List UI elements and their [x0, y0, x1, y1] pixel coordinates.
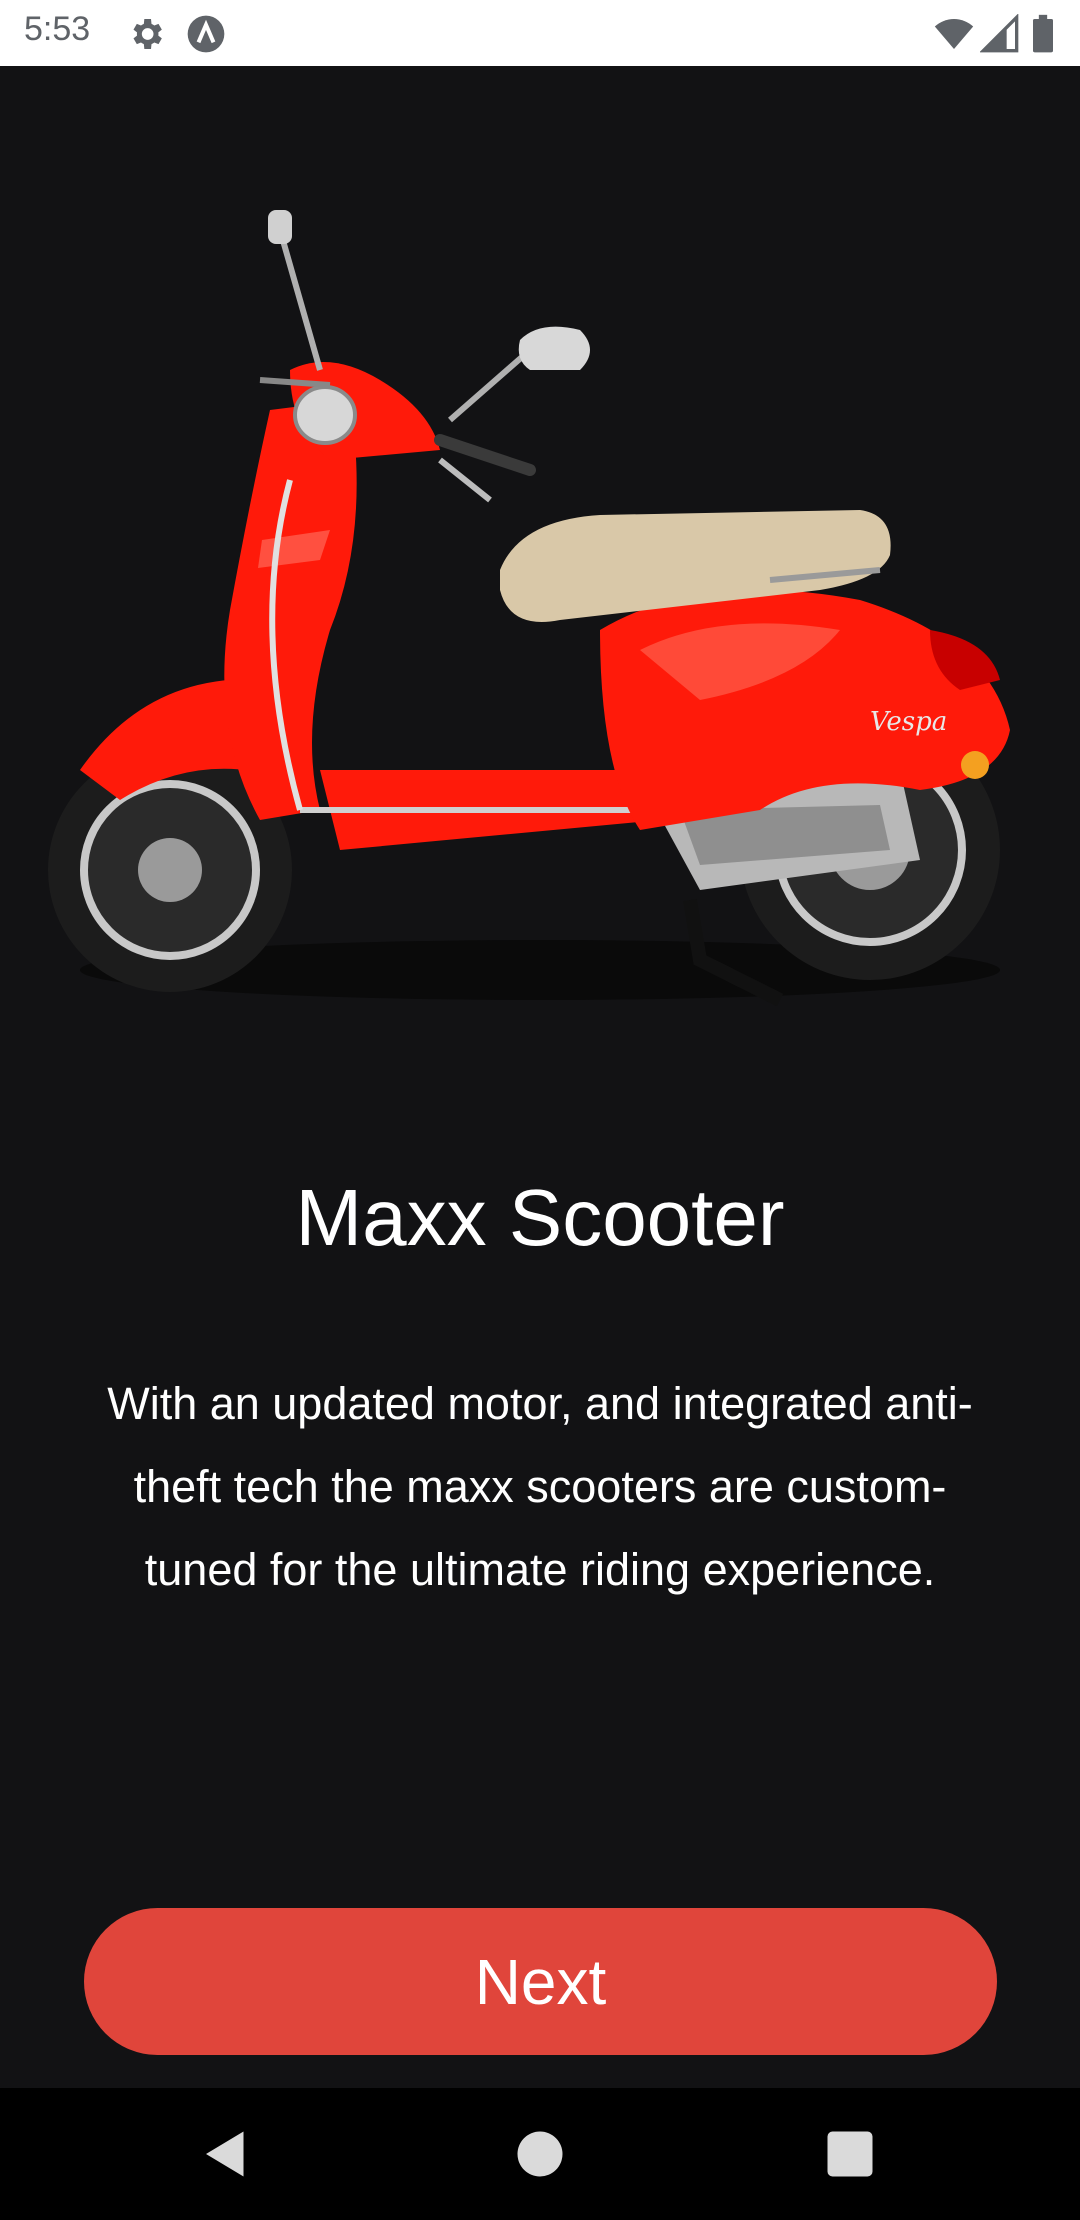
page-title: Maxx Scooter: [295, 1173, 785, 1262]
status-bar: 5:53: [0, 0, 1080, 66]
cellular-signal-icon: [980, 14, 1019, 53]
status-time: 5:53: [24, 10, 91, 48]
svg-text:Vespa: Vespa: [870, 707, 947, 737]
next-button[interactable]: Next: [84, 1908, 997, 2055]
battery-icon: [1033, 14, 1053, 53]
wifi-icon: [934, 19, 974, 49]
screen: 5:53 Vespa Maxx Scooter With an updated …: [0, 0, 1080, 2220]
back-icon[interactable]: [196, 2124, 256, 2184]
settings-gear-icon: [133, 19, 162, 49]
description-text: With an updated motor, and integrated an…: [107, 1378, 973, 1595]
home-icon[interactable]: [510, 2124, 570, 2184]
recents-icon[interactable]: [820, 2124, 880, 2184]
scooter-image: Vespa: [48, 210, 1010, 1007]
app-notification-icon: [187, 15, 225, 53]
system-navigation-bar: [0, 2088, 1080, 2220]
